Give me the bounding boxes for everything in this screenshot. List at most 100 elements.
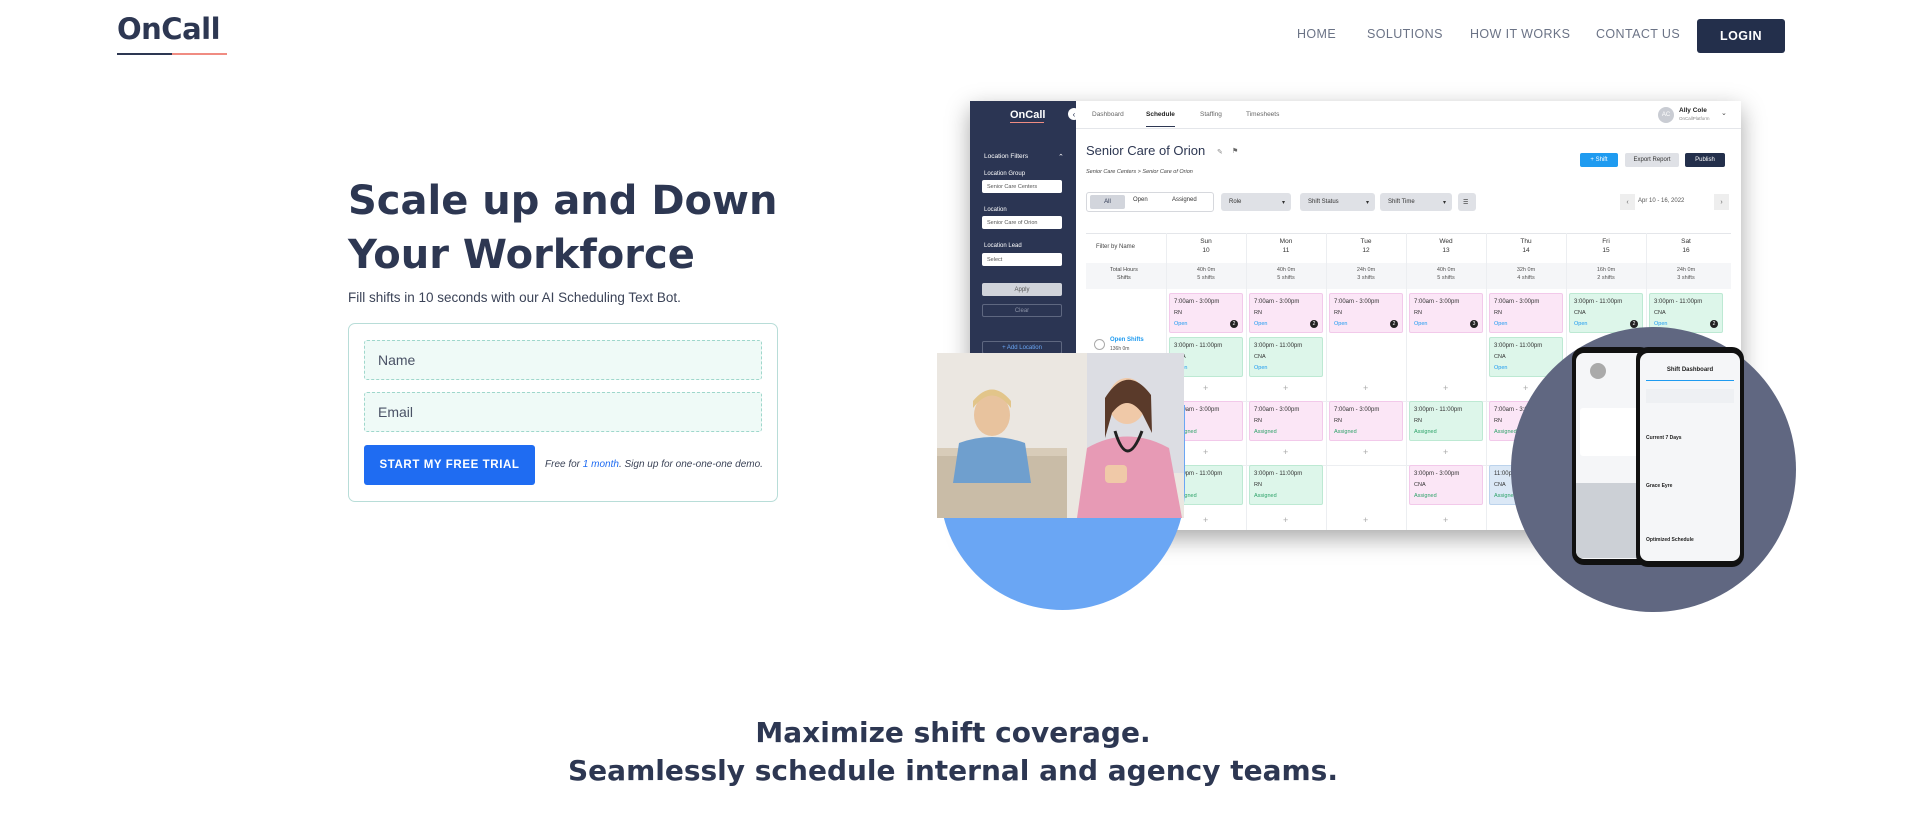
day-totals: 16h 0m 2 shifts bbox=[1566, 266, 1646, 282]
date-range: Apr 10 - 16, 2022 bbox=[1638, 198, 1685, 204]
user-org: OnCallPlatform bbox=[1679, 116, 1710, 121]
user-name: Ally Cole bbox=[1679, 107, 1707, 114]
day-header: Tue 12 bbox=[1326, 237, 1406, 255]
day-number: 14 bbox=[1522, 247, 1530, 254]
nav-how-it-works[interactable]: HOW IT WORKS bbox=[1470, 27, 1570, 41]
day-header: Mon 11 bbox=[1246, 237, 1326, 255]
add-shift-icon: + bbox=[1523, 383, 1529, 393]
shift-card: 7:00am - 3:00pm RN Open 2 bbox=[1329, 293, 1403, 333]
day-header: Sun 10 bbox=[1166, 237, 1246, 255]
day-shift-count: 3 shifts bbox=[1677, 275, 1695, 281]
shift-card: 7:00am - 3:00pm RN Assigned bbox=[1249, 401, 1323, 441]
shift-status: Open bbox=[1174, 321, 1188, 327]
phone-calendar bbox=[1646, 389, 1734, 403]
count-badge: 3 bbox=[1470, 320, 1478, 328]
shift-time: 7:00am - 3:00pm bbox=[1174, 299, 1220, 305]
email-field[interactable]: Email bbox=[364, 392, 762, 432]
day-name: Sun bbox=[1200, 238, 1212, 245]
add-shift-icon: + bbox=[1203, 383, 1209, 393]
day-number: 16 bbox=[1682, 247, 1690, 254]
tab-schedule: Schedule bbox=[1146, 111, 1175, 127]
phone-title: Shift Dashboard bbox=[1666, 367, 1714, 373]
count-badge: 2 bbox=[1630, 320, 1638, 328]
nurses-illustration bbox=[937, 353, 1184, 518]
edit-icon: ✎ bbox=[1217, 149, 1223, 156]
section-heading-line1: Maximize shift coverage. bbox=[755, 716, 1151, 749]
next-week-icon: › bbox=[1714, 194, 1729, 210]
day-hours: 24h 0m bbox=[1676, 267, 1696, 273]
start-free-trial-button[interactable]: START MY FREE TRIAL bbox=[364, 445, 535, 485]
filter-all: All bbox=[1090, 195, 1125, 209]
shift-card: 7:00am - 3:00pm RN Open 2 bbox=[1169, 293, 1243, 333]
add-shift-button: + Shift bbox=[1580, 153, 1618, 167]
login-button[interactable]: LOGIN bbox=[1697, 19, 1785, 53]
chevron-up-icon: ⌃ bbox=[1058, 154, 1064, 161]
shift-status: Open bbox=[1494, 321, 1508, 327]
shift-status: Assigned bbox=[1254, 429, 1277, 435]
signup-form: Name Email START MY FREE TRIAL Free for … bbox=[348, 323, 778, 502]
trial-note-link[interactable]: 1 month bbox=[583, 459, 619, 470]
shift-role: CNA bbox=[1654, 310, 1666, 316]
shifts-label: Shifts bbox=[1117, 275, 1131, 281]
name-field[interactable]: Name bbox=[364, 340, 762, 380]
shift-status: Assigned bbox=[1414, 493, 1437, 499]
shift-time: 7:00am - 3:00pm bbox=[1414, 299, 1460, 305]
shift-card: 7:00am - 3:00pm RN Open 3 bbox=[1409, 293, 1483, 333]
day-name: Thu bbox=[1520, 238, 1532, 245]
filter-open: Open bbox=[1133, 197, 1148, 203]
trial-note: Free for 1 month. Sign up for one-one-on… bbox=[545, 459, 763, 470]
day-totals: 40h 0m 5 shifts bbox=[1406, 266, 1486, 282]
day-name: Sat bbox=[1681, 238, 1691, 245]
app-topbar: Dashboard Schedule Staffing Timesheets A… bbox=[1076, 101, 1741, 129]
time-filter-label: Shift Time bbox=[1388, 199, 1415, 205]
shift-status: Assigned bbox=[1414, 429, 1437, 435]
filter-assigned: Assigned bbox=[1172, 197, 1197, 203]
day-hours: 32h 0m bbox=[1516, 267, 1536, 273]
day-name: Fri bbox=[1602, 238, 1610, 245]
trial-note-pre: Free for bbox=[545, 459, 583, 470]
shift-card: 3:00pm - 3:00pm CNA Assigned bbox=[1409, 465, 1483, 505]
logo[interactable]: OnCall bbox=[117, 12, 221, 46]
hero-title-line2: Your Workforce bbox=[348, 232, 695, 278]
shift-status: Open bbox=[1334, 321, 1348, 327]
prev-week-icon: ‹ bbox=[1620, 194, 1635, 210]
day-shift-count: 5 shifts bbox=[1277, 275, 1295, 281]
chevron-down-icon: ▾ bbox=[1281, 199, 1285, 206]
shift-time: 3:00pm - 11:00pm bbox=[1254, 343, 1303, 349]
breadcrumb: Senior Care Centers > Senior Care of Ori… bbox=[1086, 169, 1193, 175]
phone-section-3: Optimized Schedule bbox=[1646, 537, 1694, 543]
publish-button: Publish bbox=[1685, 153, 1725, 167]
shift-card: 7:00am - 3:00pm RN Open 2 bbox=[1249, 293, 1323, 333]
status-segment: All Open Assigned bbox=[1086, 192, 1214, 212]
group-select: Senior Care Centers bbox=[982, 180, 1062, 193]
shift-status: Open bbox=[1254, 365, 1268, 371]
add-shift-icon: + bbox=[1443, 447, 1449, 457]
shift-role: RN bbox=[1334, 310, 1342, 316]
day-number: 11 bbox=[1282, 247, 1290, 254]
nav-solutions[interactable]: SOLUTIONS bbox=[1367, 27, 1443, 41]
shift-status: Open bbox=[1254, 321, 1268, 327]
filters-title: Location Filters bbox=[984, 153, 1029, 160]
status-filter-label: Shift Status bbox=[1308, 199, 1339, 205]
location-select: Senior Care of Orion bbox=[982, 216, 1062, 229]
location-label: Location bbox=[984, 207, 1007, 213]
day-header: Fri 15 bbox=[1566, 237, 1646, 255]
add-shift-icon: + bbox=[1283, 383, 1289, 393]
day-number: 13 bbox=[1442, 247, 1450, 254]
shift-status: Assigned bbox=[1334, 429, 1357, 435]
shift-time: 3:00pm - 11:00pm bbox=[1254, 471, 1303, 477]
section-heading-line2: Seamlessly schedule internal and agency … bbox=[568, 754, 1338, 787]
count-badge: 2 bbox=[1230, 320, 1238, 328]
lead-label: Location Lead bbox=[984, 243, 1022, 249]
add-shift-icon: + bbox=[1443, 515, 1449, 525]
nav-home[interactable]: HOME bbox=[1297, 27, 1336, 41]
chevron-down-icon: ▾ bbox=[1365, 199, 1369, 206]
shift-time: 7:00am - 3:00pm bbox=[1254, 299, 1300, 305]
shift-time: 7:00am - 3:00pm bbox=[1494, 299, 1540, 305]
settings-icon: ☰ bbox=[1458, 193, 1476, 211]
shift-role: CNA bbox=[1254, 354, 1266, 360]
trial-note-post: . Sign up for one-one-one demo. bbox=[618, 459, 763, 470]
day-hours: 40h 0m bbox=[1436, 267, 1456, 273]
nav-contact-us[interactable]: CONTACT US bbox=[1596, 27, 1680, 41]
shift-role: CNA bbox=[1494, 354, 1506, 360]
